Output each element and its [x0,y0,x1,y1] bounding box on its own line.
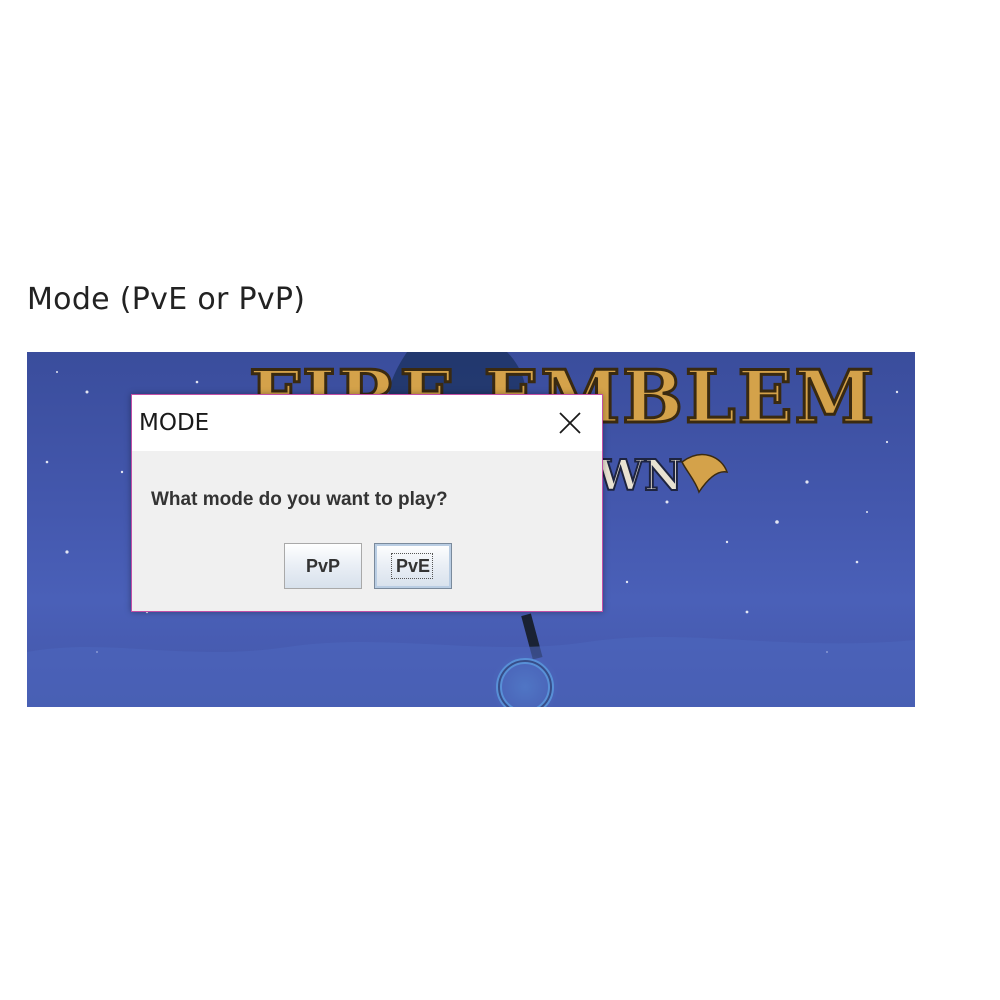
section-heading: Mode (PvE or PvP) [27,282,306,317]
pvp-button[interactable]: PvP [284,543,362,589]
dialog-titlebar[interactable]: MODE [132,395,602,451]
pve-button-label: PvE [395,555,431,576]
pve-button[interactable]: PvE [374,543,452,589]
flame-emblem-icon [681,453,729,494]
dialog-title: MODE [139,410,210,436]
pvp-button-label: PvP [305,555,341,576]
mode-dialog: MODE What mode do you want to play? PvP … [131,394,603,612]
dialog-message: What mode do you want to play? [151,489,448,510]
page: Mode (PvE or PvP) EMBLEM WN MODE What mo… [0,0,1000,1000]
close-icon [559,412,581,434]
close-button[interactable] [538,395,602,451]
game-logo-subtitle: WN [596,451,683,500]
